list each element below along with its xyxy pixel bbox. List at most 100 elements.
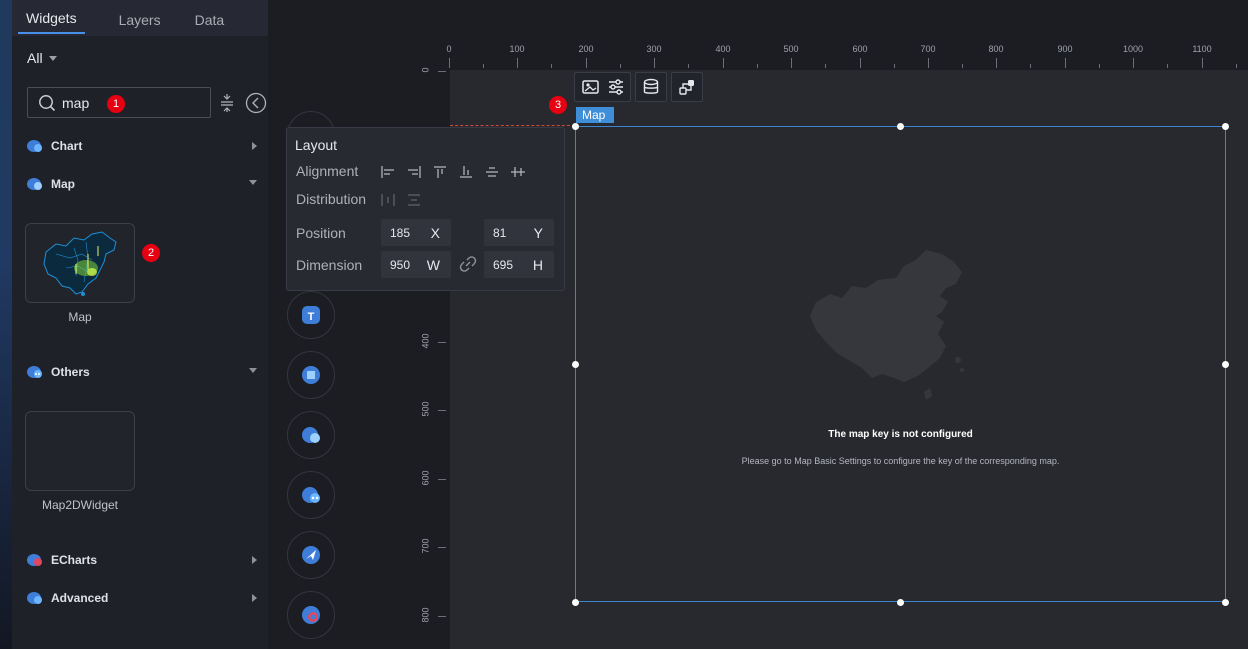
- dimension-width-value: 950: [390, 257, 411, 272]
- resize-handle-right[interactable]: [1222, 361, 1229, 368]
- ruler-tick: 1100: [1192, 44, 1212, 54]
- position-y-field[interactable]: 81 Y: [484, 219, 554, 246]
- resize-handle-bottom[interactable]: [897, 599, 904, 606]
- others-category-icon: [27, 365, 43, 379]
- filter-label: All: [27, 50, 43, 66]
- chevron-down-icon: [249, 368, 257, 373]
- panel-tabs: Widgets Layers Data: [12, 0, 268, 36]
- svg-text:T: T: [308, 311, 315, 323]
- align-vertical-center-icon[interactable]: [485, 166, 499, 178]
- category-shortcut-others[interactable]: [287, 471, 335, 519]
- align-right-icon[interactable]: [407, 166, 421, 178]
- distribute-vertical-icon[interactable]: [407, 194, 421, 206]
- ruler-tick: 700: [920, 44, 936, 54]
- text-widget-icon: T: [302, 306, 320, 324]
- resize-handle-top[interactable]: [897, 123, 904, 130]
- tab-data[interactable]: Data: [195, 0, 225, 36]
- widget-card-label: Map: [68, 310, 92, 324]
- category-shortcut-media[interactable]: [287, 351, 335, 399]
- widget-toolbar-data[interactable]: [635, 72, 667, 102]
- interaction-link-icon: [679, 80, 694, 95]
- dimension-width-unit: W: [426, 256, 440, 273]
- category-label: Advanced: [51, 591, 109, 605]
- collapse-panel-icon[interactable]: [245, 92, 267, 114]
- dimension-height-field[interactable]: 695 H: [484, 251, 554, 278]
- ruler-tick: 600: [852, 44, 868, 54]
- alignment-label: Alignment: [296, 163, 359, 179]
- category-map[interactable]: Map: [27, 174, 257, 194]
- database-icon: [643, 78, 659, 94]
- category-label: Others: [51, 365, 90, 379]
- position-y-unit: Y: [533, 224, 543, 241]
- category-shortcut-navigation[interactable]: [287, 531, 335, 579]
- category-echarts[interactable]: ECharts: [27, 550, 257, 570]
- ruler-tick: 400: [420, 333, 431, 349]
- ruler-tick: 900: [1057, 44, 1073, 54]
- echarts-category-icon: [27, 553, 43, 567]
- horizontal-ruler: [268, 0, 1248, 70]
- category-shortcut-map[interactable]: [287, 411, 335, 459]
- media-widget-icon: [302, 366, 320, 384]
- widget-toolbar-style: [574, 72, 631, 102]
- echarts-widget-icon: [302, 606, 320, 624]
- search-value: map: [62, 94, 90, 111]
- tab-layers[interactable]: Layers: [119, 0, 161, 36]
- map-key-warning-title: The map key is not configured: [828, 429, 973, 440]
- widget-toolbar-interaction[interactable]: [671, 72, 703, 102]
- aspect-ratio-link-icon[interactable]: [459, 255, 477, 273]
- ruler-tick: 0: [420, 67, 431, 73]
- position-x-field[interactable]: 185 X: [381, 219, 451, 246]
- ruler-tick: 400: [715, 44, 731, 54]
- others-widget-icon: [302, 487, 320, 503]
- category-shortcut-text[interactable]: T: [287, 291, 335, 339]
- widget-card-label: Map2DWidget: [41, 498, 119, 512]
- china-map-placeholder-icon: [810, 250, 964, 400]
- resize-handle-top-left[interactable]: [572, 123, 579, 130]
- resize-handle-bottom-left[interactable]: [572, 599, 579, 606]
- category-label: Map: [51, 177, 75, 191]
- resize-handle-top-right[interactable]: [1222, 123, 1229, 130]
- ruler-tick: 500: [420, 401, 431, 417]
- background-strip-left: [0, 0, 12, 649]
- category-label: Chart: [51, 139, 83, 153]
- widget-card-map[interactable]: [25, 223, 135, 303]
- alignment-guide: [450, 125, 575, 126]
- category-shortcut-echarts[interactable]: [287, 591, 335, 639]
- resize-handle-left[interactable]: [572, 361, 579, 368]
- category-chart[interactable]: Chart: [27, 136, 257, 156]
- chevron-down-icon: [48, 55, 57, 61]
- position-x-value: 185: [390, 225, 411, 240]
- distribute-horizontal-icon[interactable]: [381, 194, 395, 206]
- map-widget-icon: [302, 427, 320, 443]
- chevron-right-icon: [252, 594, 257, 602]
- category-advanced[interactable]: Advanced: [27, 588, 257, 608]
- image-settings-icon[interactable]: [581, 78, 601, 96]
- map-category-icon: [27, 177, 43, 191]
- chart-category-icon: [27, 139, 43, 153]
- distribution-label: Distribution: [296, 191, 367, 207]
- widget-card-map2d[interactable]: [25, 411, 135, 491]
- chevron-right-icon: [252, 142, 257, 150]
- tab-widgets[interactable]: Widgets: [18, 0, 85, 36]
- category-filter-dropdown[interactable]: All: [27, 50, 57, 66]
- selected-widget-tag: Map: [576, 107, 614, 123]
- step-badge: 3: [549, 96, 567, 114]
- layout-panel: Layout Alignment Distribution Position D…: [286, 127, 565, 291]
- collapse-all-icon[interactable]: [220, 94, 234, 112]
- align-bottom-icon[interactable]: [459, 166, 473, 178]
- widget-panel: Widgets Layers Data All map Chart Map Ma…: [12, 0, 268, 649]
- dimension-height-value: 695: [493, 257, 514, 272]
- sliders-icon[interactable]: [607, 78, 625, 96]
- align-left-icon[interactable]: [381, 166, 395, 178]
- navigation-widget-icon: [302, 546, 320, 564]
- resize-handle-bottom-right[interactable]: [1222, 599, 1229, 606]
- dimension-width-field[interactable]: 950 W: [381, 251, 451, 278]
- ruler-tick: 0: [446, 44, 452, 54]
- dimension-height-unit: H: [532, 256, 543, 273]
- align-top-icon[interactable]: [433, 166, 447, 178]
- chevron-right-icon: [252, 556, 257, 564]
- dimension-label: Dimension: [296, 257, 363, 273]
- ruler-tick: 800: [988, 44, 1004, 54]
- align-horizontal-center-icon[interactable]: [511, 166, 525, 178]
- category-others[interactable]: Others: [27, 362, 257, 382]
